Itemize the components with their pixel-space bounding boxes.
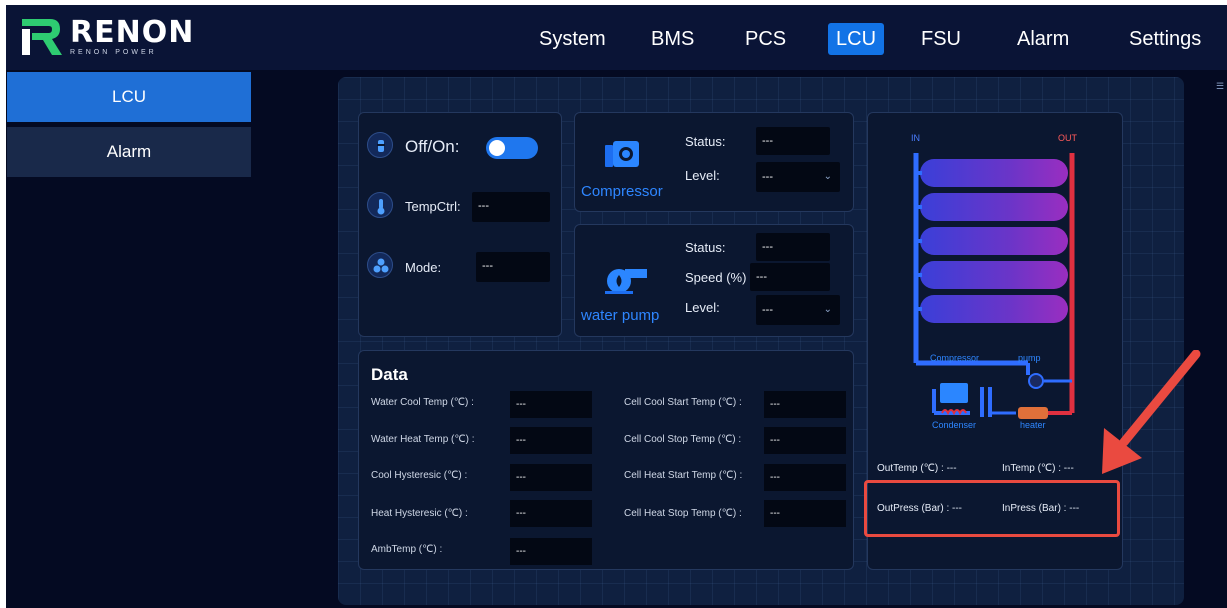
mode-value: --- [476,252,550,282]
toggle-knob [489,140,505,156]
top-bar: RENON RENON POWER System BMS PCS LCU FSU… [6,5,1227,70]
tempctrl-label: TempCtrl: [405,199,461,214]
pump-level-select[interactable]: --- ⌄ [756,295,840,325]
cooling-loop-diagram [913,153,1075,419]
cell-cool-stop-label: Cell Cool Stop Temp (℃) : [624,434,742,445]
nav-pcs[interactable]: PCS [737,23,794,55]
heater-diagram-label: heater [1020,420,1046,430]
in-temp-reading: InTemp (℃) : --- [1002,463,1074,474]
chevron-down-icon: ⌄ [823,304,832,315]
brand-tagline: RENON POWER [70,49,157,56]
pump-speed-value: --- [750,263,830,291]
cell-cool-start-label: Cell Cool Start Temp (℃) : [624,397,742,408]
tempctrl-value: --- [472,192,550,222]
mode-label: Mode: [405,260,442,275]
compressor-status-value: --- [756,127,830,155]
mode-icon [367,252,393,278]
nav-fsu[interactable]: FSU [913,23,969,55]
thermometer-icon [367,192,393,218]
compressor-card: Compressor Status: --- Level: --- ⌄ [574,112,854,212]
cell-cool-start-value: --- [764,391,846,418]
water-heat-temp-value: --- [510,427,592,454]
data-title: Data [371,365,408,384]
out-label: OUT [1058,133,1077,143]
data-card: Data Water Cool Temp (℃) : --- Water Hea… [358,350,854,570]
condenser-diagram-label: Condenser [932,420,977,430]
annotation-highlight-box [864,480,1120,537]
pump-level-value: --- [762,304,773,316]
in-label: IN [911,133,920,143]
nav-lcu[interactable]: LCU [828,23,885,55]
cell-cool-stop-value: --- [764,427,846,454]
water-pump-card: water pump Status: --- Speed (%) --- Lev… [574,224,854,337]
pump-status-value: --- [756,233,830,261]
out-temp-reading: OutTemp (℃) : --- [877,463,957,474]
cell-heat-start-label: Cell Heat Start Temp (℃) : [624,470,743,481]
nav-bms[interactable]: BMS [643,23,702,55]
compressor-title: Compressor [581,183,663,200]
compressor-level-label: Level: [685,168,720,183]
annotation-arrow-icon [1102,350,1201,474]
cool-hysteresic-value: --- [510,464,592,491]
menu-icon[interactable]: ☰ [1216,81,1224,91]
cell-heat-stop-label: Cell Heat Stop Temp (℃) : [624,508,742,519]
amb-temp-value: --- [510,538,592,565]
water-cool-temp-value: --- [510,391,592,418]
power-icon [367,132,393,158]
nav-settings[interactable]: Settings [1121,23,1209,55]
renon-logo: RENON RENON POWER [18,15,194,59]
water-heat-temp-label: Water Heat Temp (℃) : [371,434,475,445]
pump-speed-label: Speed (%) [685,270,747,285]
pump-status-label: Status: [685,240,726,255]
water-pump-icon [605,269,647,294]
app-window: RENON RENON POWER System BMS PCS LCU FSU… [6,5,1227,608]
heat-hysteresic-value: --- [510,500,592,527]
nav-alarm[interactable]: Alarm [1009,23,1077,55]
sidebar-item-lcu[interactable]: LCU [7,72,251,122]
control-card: Off/On: TempCtrl: --- Mode: --- [358,112,562,337]
compressor-icon [605,141,639,167]
sidebar: LCU Alarm [7,72,251,182]
nav-system[interactable]: System [531,23,614,55]
compressor-diagram-label: Compressor [930,353,980,363]
amb-temp-label: AmbTemp (℃) : [371,544,443,555]
pump-level-label: Level: [685,300,720,315]
chevron-down-icon: ⌄ [823,171,832,182]
power-toggle[interactable] [486,137,538,159]
brand-name: RENON [70,15,195,50]
renon-logo-icon [22,19,62,55]
compressor-status-label: Status: [685,134,726,149]
heat-hysteresic-label: Heat Hysteresic (℃) : [371,508,468,519]
cool-hysteresic-label: Cool Hysteresic (℃) : [371,470,468,481]
compressor-level-select[interactable]: --- ⌄ [756,162,840,192]
water-cool-temp-label: Water Cool Temp (℃) : [371,397,474,408]
power-label: Off/On: [405,137,460,156]
sidebar-item-alarm[interactable]: Alarm [7,127,251,177]
cell-heat-stop-value: --- [764,500,846,527]
cell-heat-start-value: --- [764,464,846,491]
compressor-level-value: --- [762,171,773,183]
water-pump-title: water pump [581,307,660,324]
pump-diagram-label: pump [1018,353,1041,363]
